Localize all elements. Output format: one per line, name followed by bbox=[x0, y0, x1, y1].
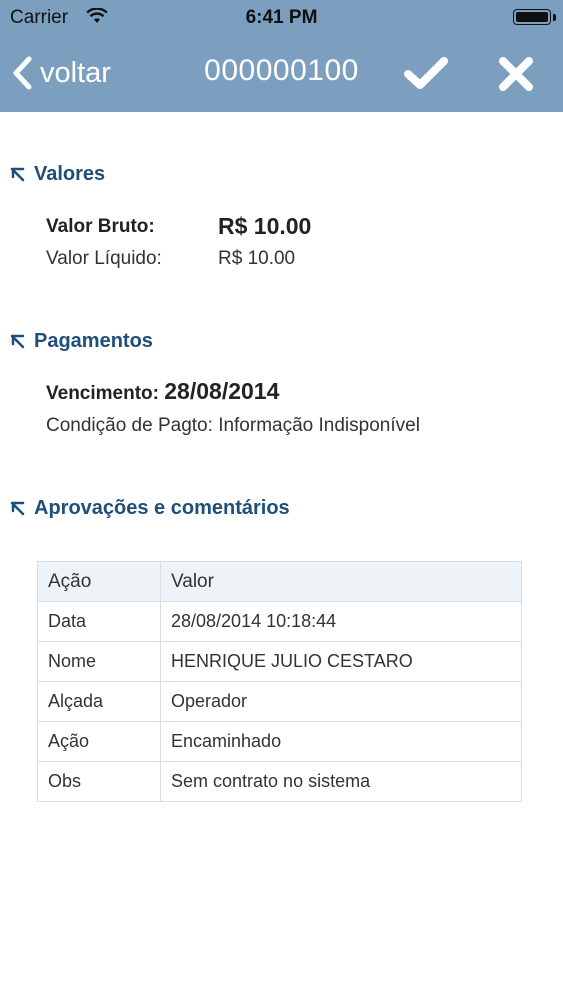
table-cell-key: Ação bbox=[37, 721, 161, 762]
section-header-valores[interactable]: Valores bbox=[10, 163, 105, 186]
collapse-arrow-icon bbox=[10, 334, 25, 348]
top-bar: Carrier 6:41 PM voltar 000000100 bbox=[0, 0, 563, 112]
collapse-arrow-icon bbox=[10, 501, 25, 515]
app-screen: Carrier 6:41 PM voltar 000000100 Valores… bbox=[0, 0, 563, 1000]
confirm-button[interactable] bbox=[404, 56, 448, 95]
table-cell-key: Nome bbox=[37, 641, 161, 682]
table-header-cell: Valor bbox=[160, 561, 522, 602]
section-title: Valores bbox=[34, 163, 106, 185]
table-header-row: Ação Valor bbox=[37, 561, 522, 602]
table-cell-value: 28/08/2014 10:18:44 bbox=[160, 601, 522, 642]
table-cell-value: Operador bbox=[160, 681, 522, 722]
battery-icon bbox=[513, 9, 551, 25]
valor-liquido-label: Valor Líquido: bbox=[46, 248, 162, 269]
navigation-bar: voltar 000000100 bbox=[0, 36, 563, 112]
approvals-table: Ação Valor Data 28/08/2014 10:18:44 Nome… bbox=[37, 561, 522, 802]
status-bar: Carrier 6:41 PM bbox=[0, 0, 563, 36]
vencimento-row: Vencimento: 28/08/2014 bbox=[46, 378, 279, 405]
table-cell-key: Alçada bbox=[37, 681, 161, 722]
table-row: Nome HENRIQUE JULIO CESTARO bbox=[37, 641, 522, 682]
valor-bruto-value: R$ 10.00 bbox=[218, 213, 312, 239]
status-time: 6:41 PM bbox=[245, 7, 318, 28]
vencimento-label: Vencimento: bbox=[46, 383, 159, 404]
vencimento-value: 28/08/2014 bbox=[164, 378, 280, 404]
table-row: Alçada Operador bbox=[37, 681, 522, 722]
table-row: Obs Sem contrato no sistema bbox=[37, 761, 522, 802]
table-cell-value: Encaminhado bbox=[160, 721, 522, 762]
close-button[interactable] bbox=[498, 57, 534, 96]
table-cell-value: HENRIQUE JULIO CESTARO bbox=[160, 641, 522, 682]
condicao-value: Informação Indisponível bbox=[218, 415, 420, 436]
page-title: 000000100 bbox=[204, 54, 359, 87]
table-row: Data 28/08/2014 10:18:44 bbox=[37, 601, 522, 642]
valor-liquido-value: R$ 10.00 bbox=[218, 248, 296, 269]
close-icon bbox=[499, 57, 533, 91]
table-row: Ação Encaminhado bbox=[37, 721, 522, 762]
battery-tip bbox=[553, 14, 556, 21]
checkmark-icon bbox=[404, 57, 448, 89]
condicao-row: Condição de Pagto: Informação Indisponív… bbox=[46, 415, 420, 437]
section-header-pagamentos[interactable]: Pagamentos bbox=[10, 330, 153, 353]
section-header-aprovacoes[interactable]: Aprovações e comentários bbox=[10, 497, 290, 520]
section-title: Pagamentos bbox=[34, 330, 153, 352]
condicao-label: Condição de Pagto: bbox=[46, 415, 213, 436]
section-title: Aprovações e comentários bbox=[34, 497, 290, 519]
table-cell-key: Obs bbox=[37, 761, 161, 802]
collapse-arrow-icon bbox=[10, 167, 25, 181]
table-cell-value: Sem contrato no sistema bbox=[160, 761, 522, 802]
table-header-cell: Ação bbox=[37, 561, 161, 602]
table-cell-key: Data bbox=[37, 601, 161, 642]
valor-bruto-label: Valor Bruto: bbox=[46, 216, 155, 237]
